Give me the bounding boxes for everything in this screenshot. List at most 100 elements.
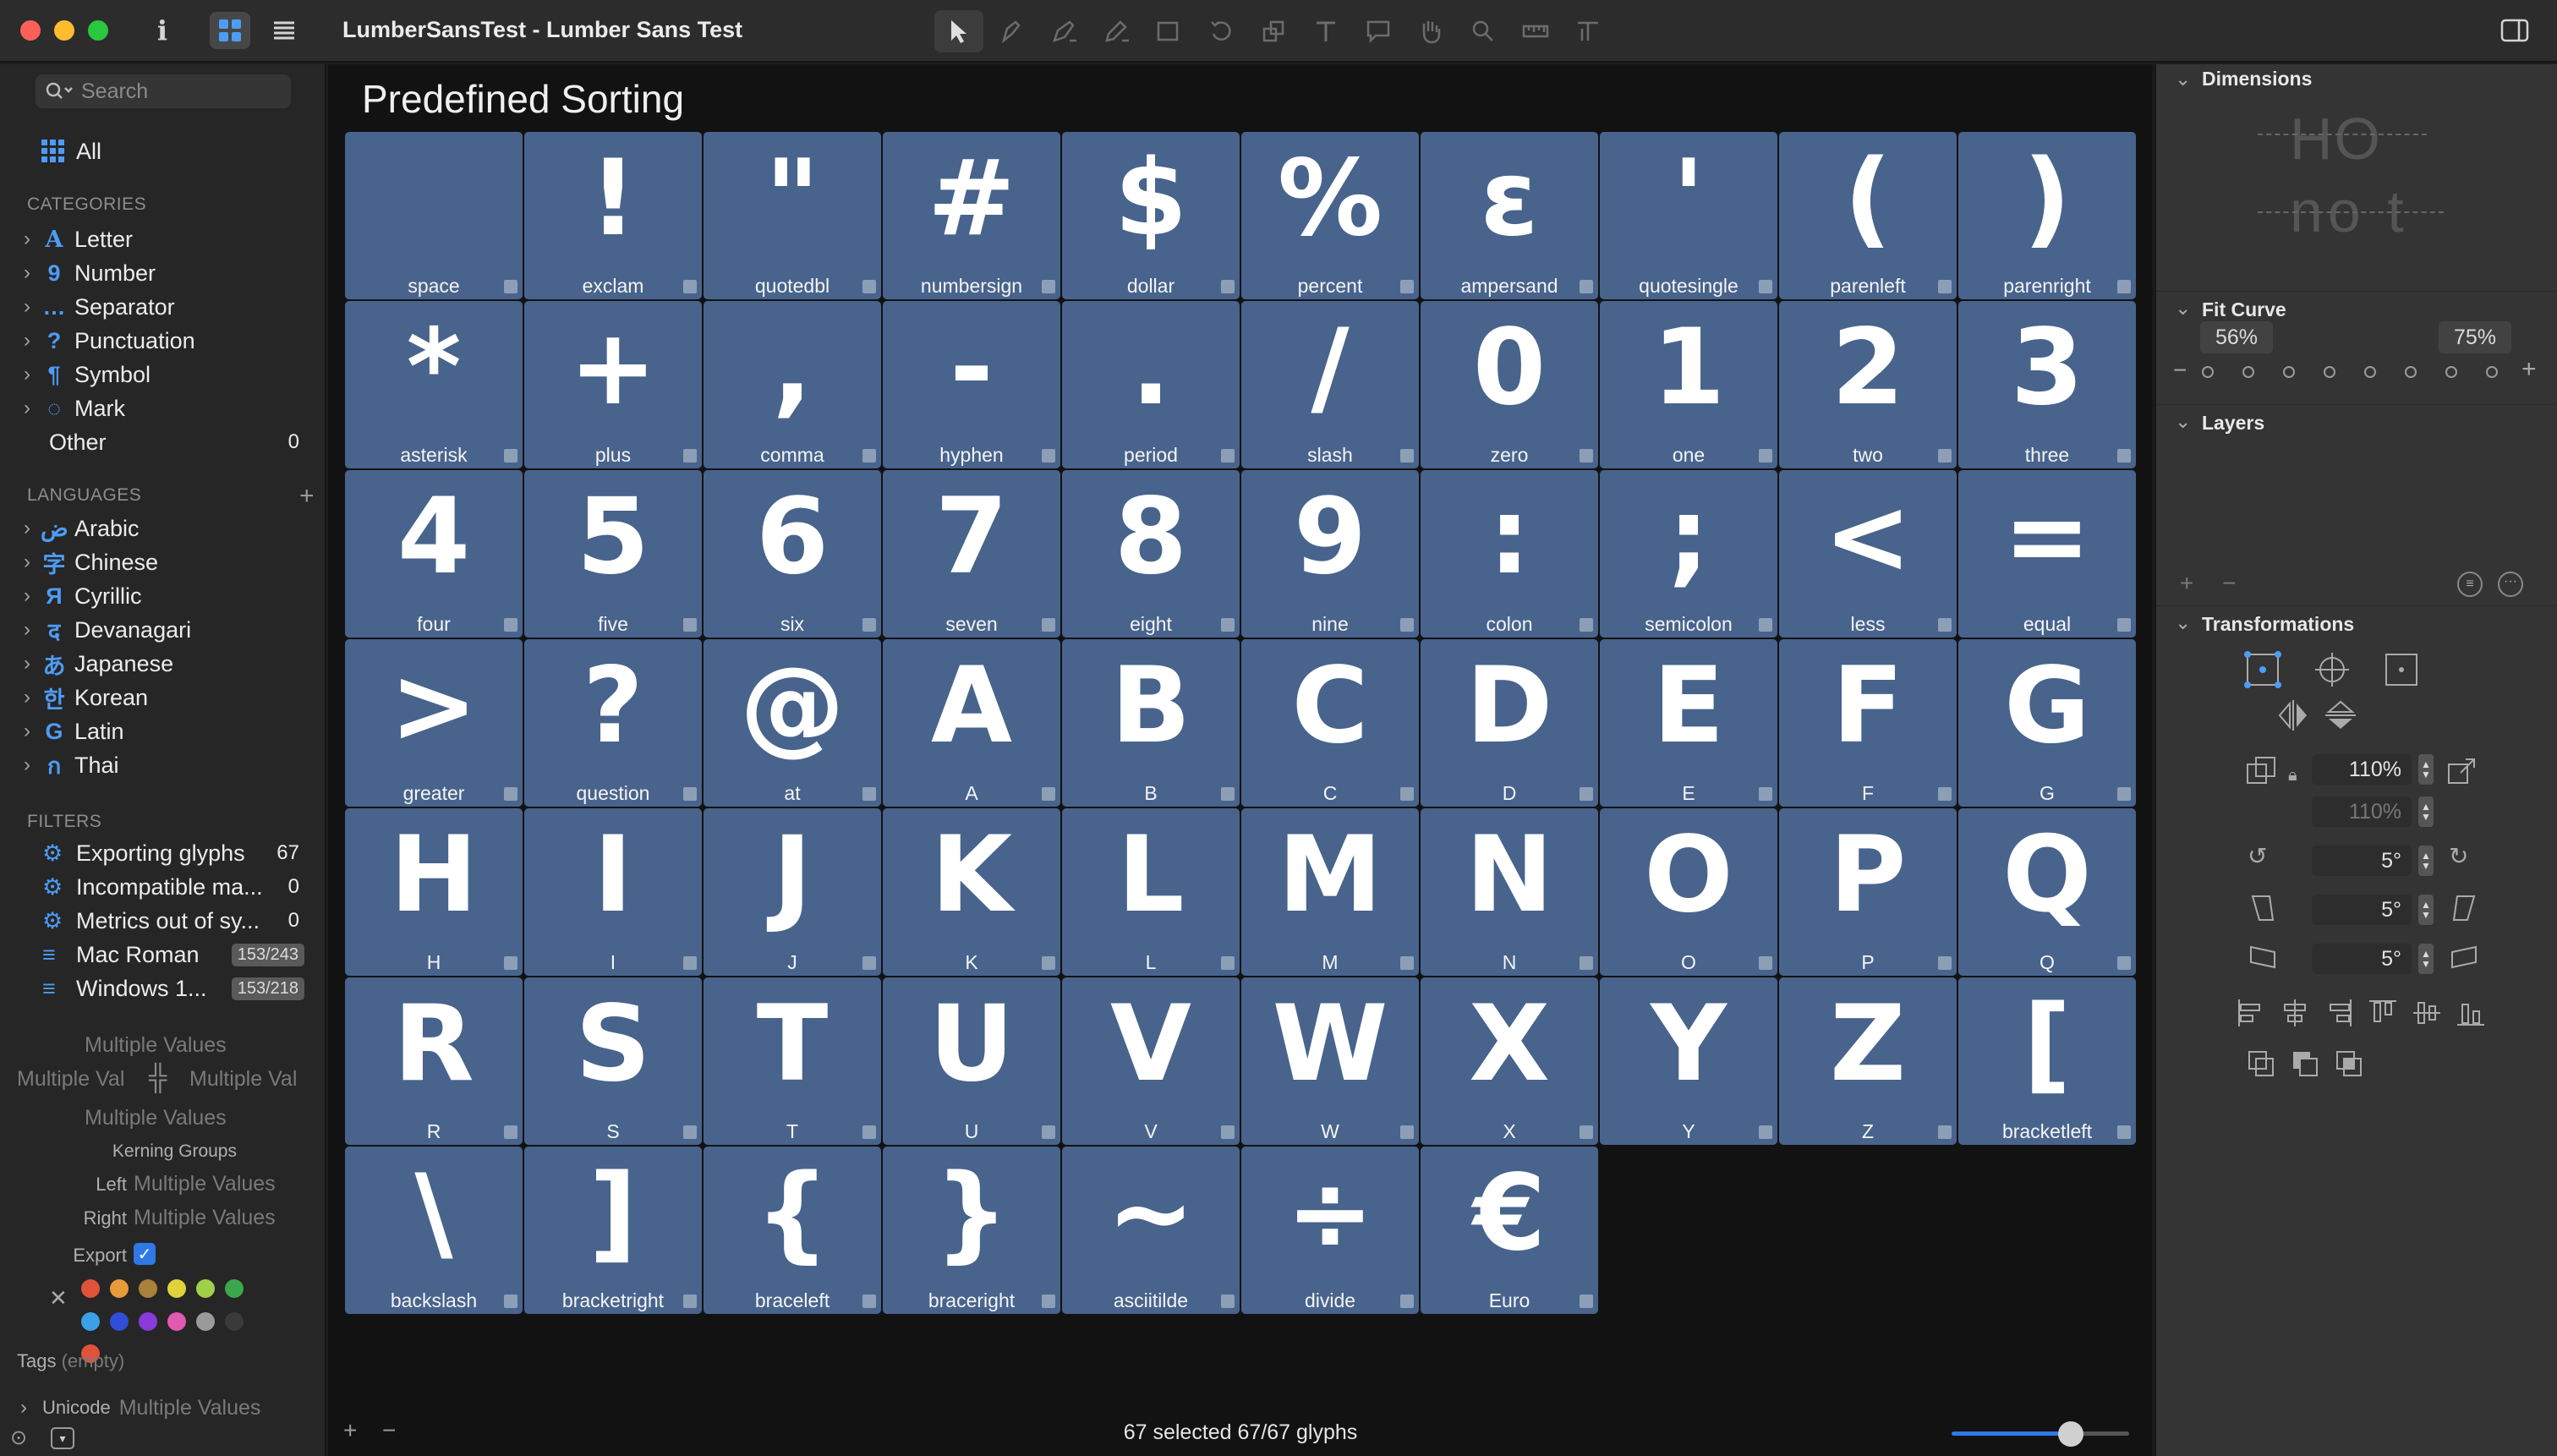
text-tool-icon[interactable] — [1301, 10, 1350, 52]
glyph-cell[interactable]: KK — [883, 808, 1060, 976]
color-swatch[interactable] — [196, 1312, 215, 1331]
glyph-status-indicator[interactable] — [1221, 280, 1235, 293]
glyph-status-indicator[interactable] — [1221, 1295, 1235, 1308]
glyph-cell[interactable]: ÷ divide — [1241, 1147, 1419, 1314]
clear-color-icon[interactable]: ✕ — [49, 1285, 68, 1311]
zoom-slider-knob[interactable] — [2057, 1421, 2083, 1447]
glyph-cell[interactable]: * asterisk — [345, 301, 523, 468]
glyph-status-indicator[interactable] — [1400, 787, 1414, 801]
slant-right-icon[interactable] — [2449, 893, 2479, 923]
glyph-status-indicator[interactable] — [862, 1295, 876, 1308]
glyph-status-indicator[interactable] — [504, 280, 517, 293]
slant-x-stepper[interactable]: ▲ ▼ — [2418, 895, 2434, 925]
glyph-cell[interactable]: < less — [1779, 470, 1957, 638]
glyph-cell[interactable]: UU — [883, 977, 1060, 1145]
glyph-cell[interactable]: ? question — [524, 639, 702, 807]
sidebar-item-symbol[interactable]: › ¶ Symbol — [0, 359, 151, 391]
glyph-cell[interactable]: 1 one — [1600, 301, 1777, 468]
glyph-status-indicator[interactable] — [683, 1295, 697, 1308]
glyph-cell[interactable]: ZZ — [1779, 977, 1957, 1145]
scale-up-icon[interactable] — [2445, 754, 2479, 788]
glyph-cell[interactable]: 5 five — [524, 470, 702, 638]
fit-curve-step[interactable] — [2405, 366, 2417, 378]
slant-y-stepper[interactable]: ▲ ▼ — [2418, 944, 2434, 974]
slant-x-field[interactable]: 5° — [2312, 895, 2412, 925]
glyph-cell[interactable]: MM — [1241, 808, 1419, 976]
glyph-status-indicator[interactable] — [1042, 449, 1055, 463]
glyph-cell[interactable]: 2 two — [1779, 301, 1957, 468]
glyph-status-indicator[interactable] — [1759, 449, 1772, 463]
fit-curve-decrease-icon[interactable]: − — [2173, 357, 2187, 384]
add-layer-icon[interactable]: + — [2180, 570, 2193, 597]
glyph-status-indicator[interactable] — [683, 787, 697, 801]
sidebar-item-thai[interactable]: › ก Thai — [0, 749, 119, 781]
tags-value[interactable]: (empty) — [62, 1350, 125, 1371]
dimensions-section-header[interactable]: ⌄ Dimensions — [2156, 68, 2557, 101]
chevron-right-icon[interactable]: › — [24, 652, 41, 676]
glyph-cell[interactable]: QQ — [1958, 808, 2136, 976]
glyph-cell[interactable]: 7 seven — [883, 470, 1060, 638]
glyph-cell[interactable]: - hyphen — [883, 301, 1060, 468]
chevron-right-icon[interactable]: › — [24, 261, 41, 285]
glyph-status-indicator[interactable] — [1400, 618, 1414, 632]
glyph-status-indicator[interactable] — [1221, 449, 1235, 463]
glyph-status-indicator[interactable] — [1221, 787, 1235, 801]
glyph-status-indicator[interactable] — [2117, 1125, 2131, 1139]
glyph-status-indicator[interactable] — [2117, 787, 2131, 801]
rotate-right-icon[interactable]: ↻ — [2449, 842, 2468, 870]
glyph-status-indicator[interactable] — [683, 618, 697, 632]
right-kerning-group-field[interactable]: Multiple Values — [134, 1206, 276, 1230]
metrics-link-icon[interactable]: ╬ — [149, 1064, 167, 1092]
sidebar-item-number[interactable]: › 9 Number — [0, 257, 156, 289]
sidebar-item-japanese[interactable]: › あ Japanese — [0, 648, 173, 680]
glyph-cell[interactable]: [bracketleft — [1958, 977, 2136, 1145]
glyph-cell[interactable]: AA — [883, 639, 1060, 807]
glyph-cell[interactable]: 4 four — [345, 470, 523, 638]
glyph-cell[interactable]: HH — [345, 808, 523, 976]
minimize-window-button[interactable] — [54, 20, 74, 41]
glyph-status-indicator[interactable] — [1938, 956, 1952, 970]
glyph-cell[interactable]: JJ — [704, 808, 881, 976]
sidebar-item-other[interactable]: Other 0 — [0, 426, 326, 458]
glyph-cell[interactable]: @ at — [704, 639, 881, 807]
align-top-icon[interactable] — [2368, 998, 2398, 1028]
fit-curve-step[interactable] — [2324, 366, 2335, 378]
rotate-left-icon[interactable]: ↺ — [2248, 842, 2267, 870]
scale-x-stepper[interactable]: ▲ ▼ — [2418, 754, 2434, 785]
glyph-status-indicator[interactable] — [862, 618, 876, 632]
glyph-cell[interactable]: > greater — [345, 639, 523, 807]
left-metric-field[interactable]: Multiple Val — [17, 1067, 144, 1092]
glyph-status-indicator[interactable] — [1580, 280, 1593, 293]
scale-y-stepper[interactable]: ▲ ▼ — [2418, 796, 2434, 827]
glyph-cell[interactable]: FF — [1779, 639, 1957, 807]
glyph-status-indicator[interactable] — [1759, 1125, 1772, 1139]
glyph-tool-icon[interactable] — [1563, 10, 1612, 52]
glyph-cell[interactable]: CC — [1241, 639, 1419, 807]
glyph-status-indicator[interactable] — [2117, 449, 2131, 463]
chevron-right-icon[interactable]: › — [24, 618, 41, 642]
glyph-status-indicator[interactable] — [1938, 787, 1952, 801]
scale-x-field[interactable]: 110% — [2312, 754, 2412, 785]
glyph-cell[interactable]: VV — [1062, 977, 1240, 1145]
chevron-right-icon[interactable]: › — [24, 295, 41, 319]
sidebar-item-separator[interactable]: ›… Separator — [0, 291, 175, 323]
draw-tool-icon[interactable] — [987, 10, 1036, 52]
glyph-cell[interactable]: WW — [1241, 977, 1419, 1145]
sidebar-item-latin[interactable]: › G Latin — [0, 715, 124, 747]
scale-tool-icon[interactable] — [1249, 10, 1298, 52]
align-center-horizontal-icon[interactable] — [2280, 998, 2310, 1028]
glyph-cell[interactable]: RR — [345, 977, 523, 1145]
info-icon[interactable]: i — [145, 12, 179, 49]
glyph-status-indicator[interactable] — [2117, 280, 2131, 293]
glyph-status-indicator[interactable] — [504, 618, 517, 632]
glyph-cell[interactable]: ! exclam — [524, 132, 702, 299]
glyph-status-indicator[interactable] — [1580, 449, 1593, 463]
chevron-right-icon[interactable]: › — [24, 686, 41, 709]
glyph-status-indicator[interactable] — [862, 449, 876, 463]
fit-curve-max-field[interactable]: 75% — [2439, 321, 2511, 353]
glyph-status-indicator[interactable] — [1042, 787, 1055, 801]
glyph-cell[interactable]: SS — [524, 977, 702, 1145]
glyph-status-indicator[interactable] — [1042, 618, 1055, 632]
remove-layer-icon[interactable]: − — [2222, 570, 2236, 597]
fit-curve-min-field[interactable]: 56% — [2200, 321, 2273, 353]
